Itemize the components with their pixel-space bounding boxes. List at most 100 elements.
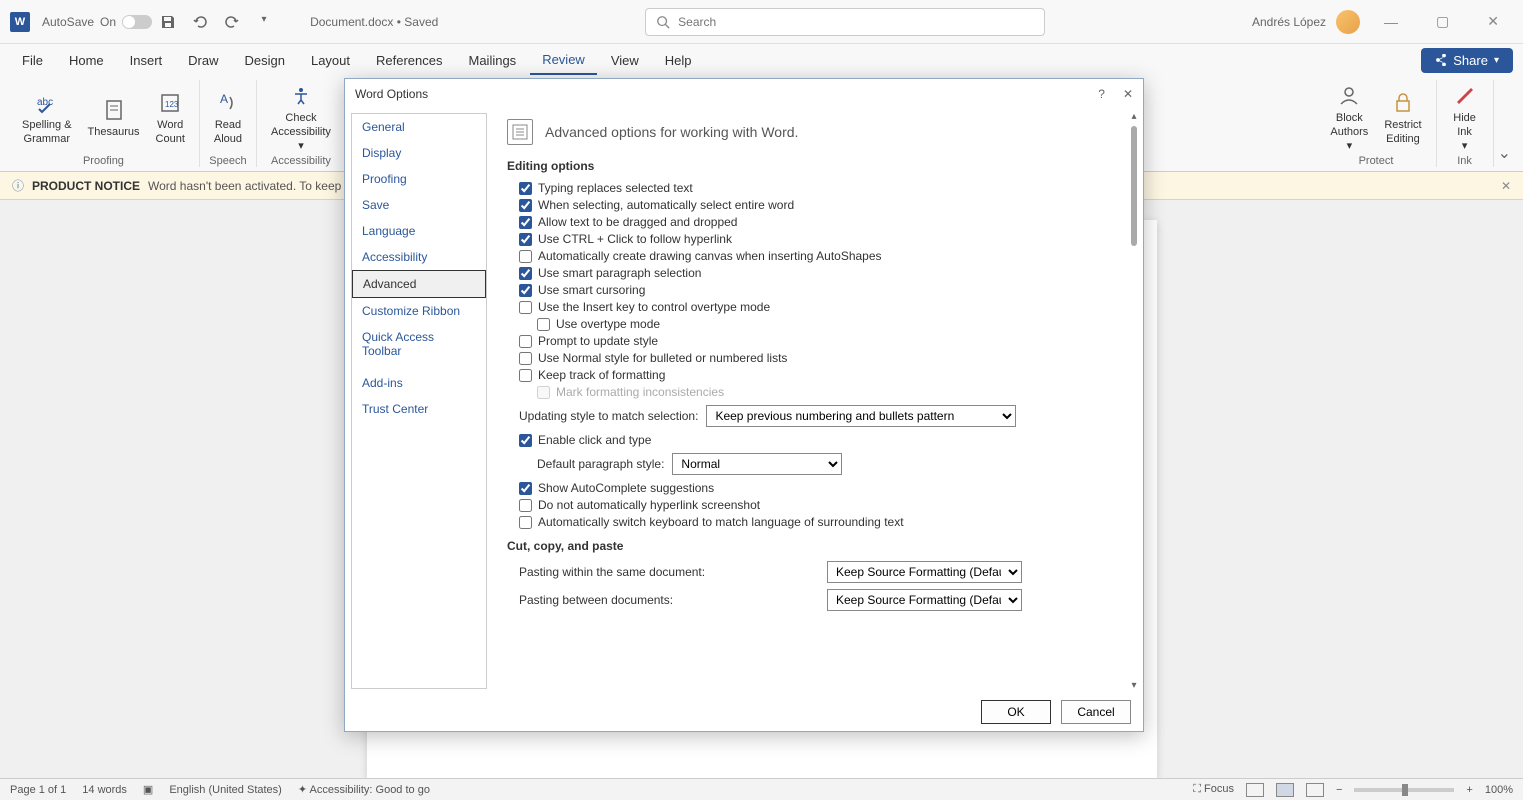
- tab-help[interactable]: Help: [653, 47, 704, 74]
- qat-dropdown-icon[interactable]: ▾: [256, 14, 272, 30]
- text-predictions-icon[interactable]: ▣: [143, 783, 153, 796]
- opt-normal-bulleted: Use Normal style for bulleted or numbere…: [519, 351, 1123, 365]
- tab-home[interactable]: Home: [57, 47, 116, 74]
- dialog-content: Advanced options for working with Word. …: [487, 109, 1143, 693]
- tab-layout[interactable]: Layout: [299, 47, 362, 74]
- cancel-button[interactable]: Cancel: [1061, 700, 1131, 724]
- autosave-toggle[interactable]: AutoSave On: [42, 15, 152, 29]
- check-accessibility-button[interactable]: CheckAccessibility ▾: [265, 80, 337, 155]
- block-authors-button[interactable]: BlockAuthors ▾: [1324, 80, 1374, 155]
- opt-no-auto-hyperlink-screenshot: Do not automatically hyperlink screensho…: [519, 498, 1123, 512]
- tab-mailings[interactable]: Mailings: [457, 47, 529, 74]
- block-authors-icon: [1335, 82, 1363, 110]
- sidebar-item-language[interactable]: Language: [352, 218, 486, 244]
- search-box[interactable]: [645, 8, 1045, 36]
- tab-file[interactable]: File: [10, 47, 55, 74]
- sidebar-item-advanced[interactable]: Advanced: [352, 270, 486, 298]
- tab-design[interactable]: Design: [233, 47, 297, 74]
- dialog-header-text: Advanced options for working with Word.: [545, 124, 798, 140]
- read-aloud-icon: A: [214, 89, 242, 117]
- paste-within-select[interactable]: Keep Source Formatting (Default): [827, 561, 1022, 583]
- section-cut-copy-paste: Cut, copy, and paste: [507, 539, 1123, 553]
- opt-drawing-canvas: Automatically create drawing canvas when…: [519, 249, 1123, 263]
- restrict-editing-icon: [1389, 89, 1417, 117]
- user-area[interactable]: Andrés López — ▢ ✕: [1252, 9, 1513, 34]
- help-icon[interactable]: ?: [1098, 87, 1105, 101]
- view-read-icon[interactable]: [1246, 783, 1264, 797]
- zoom-slider[interactable]: [1354, 788, 1454, 792]
- maximize-icon[interactable]: ▢: [1422, 9, 1463, 34]
- sidebar-item-addins[interactable]: Add-ins: [352, 370, 486, 396]
- thesaurus-icon: [100, 96, 128, 124]
- view-web-icon[interactable]: [1306, 783, 1324, 797]
- opt-prompt-update-style: Prompt to update style: [519, 334, 1123, 348]
- scroll-down-icon[interactable]: ▾: [1129, 678, 1138, 693]
- row-default-paragraph: Default paragraph style: Normal: [537, 453, 1123, 475]
- svg-text:abc: abc: [37, 97, 53, 108]
- tab-references[interactable]: References: [364, 47, 454, 74]
- sidebar-item-trust-center[interactable]: Trust Center: [352, 396, 486, 422]
- word-count-button[interactable]: 123WordCount: [150, 80, 191, 155]
- minimize-icon[interactable]: —: [1370, 10, 1412, 34]
- updating-style-label: Updating style to match selection:: [519, 409, 698, 423]
- read-aloud-button[interactable]: AReadAloud: [208, 80, 248, 155]
- paste-between-select[interactable]: Keep Source Formatting (Default): [827, 589, 1022, 611]
- sidebar-item-general[interactable]: General: [352, 114, 486, 140]
- zoom-in-icon[interactable]: +: [1466, 784, 1472, 796]
- spelling-grammar-button[interactable]: abcSpelling &Grammar: [16, 80, 78, 155]
- tab-view[interactable]: View: [599, 47, 651, 74]
- search-input[interactable]: [678, 15, 1034, 29]
- autosave-state: On: [100, 15, 116, 29]
- share-button[interactable]: Share ▾: [1421, 48, 1513, 73]
- share-icon: [1435, 54, 1447, 66]
- updating-style-select[interactable]: Keep previous numbering and bullets patt…: [706, 405, 1016, 427]
- redo-icon[interactable]: [224, 14, 240, 30]
- sidebar-item-quick-access[interactable]: Quick Access Toolbar: [352, 324, 486, 364]
- view-print-icon[interactable]: [1276, 783, 1294, 797]
- dialog-sidebar: General Display Proofing Save Language A…: [351, 113, 487, 689]
- focus-mode[interactable]: ⛶ Focus: [1193, 783, 1234, 796]
- restrict-editing-button[interactable]: RestrictEditing: [1378, 80, 1427, 155]
- zoom-out-icon[interactable]: −: [1336, 784, 1342, 796]
- hide-ink-button[interactable]: HideInk ▾: [1445, 80, 1485, 155]
- status-page[interactable]: Page 1 of 1: [10, 784, 66, 796]
- zoom-level[interactable]: 100%: [1485, 784, 1513, 796]
- sidebar-item-save[interactable]: Save: [352, 192, 486, 218]
- tab-draw[interactable]: Draw: [176, 47, 230, 74]
- dialog-scrollbar[interactable]: ▴ ▾: [1127, 109, 1141, 693]
- close-icon[interactable]: ✕: [1473, 9, 1513, 34]
- ribbon-collapse-icon[interactable]: ⌄: [1494, 139, 1515, 167]
- ok-button[interactable]: OK: [981, 700, 1051, 724]
- group-label-proofing: Proofing: [83, 155, 124, 167]
- notice-title: PRODUCT NOTICE: [32, 179, 140, 193]
- toggle-switch-icon[interactable]: [122, 15, 152, 29]
- thesaurus-button[interactable]: Thesaurus: [82, 80, 146, 155]
- save-icon[interactable]: [160, 14, 176, 30]
- word-count-icon: 123: [156, 89, 184, 117]
- close-notice-icon[interactable]: ✕: [1501, 179, 1511, 193]
- status-word-count[interactable]: 14 words: [82, 784, 127, 796]
- share-label: Share: [1453, 53, 1488, 68]
- sidebar-item-display[interactable]: Display: [352, 140, 486, 166]
- opt-auto-keyboard: Automatically switch keyboard to match l…: [519, 515, 1123, 529]
- undo-icon[interactable]: [192, 14, 208, 30]
- dialog-close-icon[interactable]: ✕: [1123, 87, 1133, 101]
- chevron-down-icon: ▾: [1494, 55, 1499, 66]
- ribbon-group-speech: AReadAloud Speech: [200, 80, 257, 167]
- tab-review[interactable]: Review: [530, 46, 597, 75]
- status-accessibility[interactable]: ✦ Accessibility: Good to go: [298, 783, 430, 796]
- sidebar-item-accessibility[interactable]: Accessibility: [352, 244, 486, 270]
- scroll-up-icon[interactable]: ▴: [1129, 109, 1138, 124]
- row-updating-style: Updating style to match selection: Keep …: [519, 405, 1123, 427]
- sidebar-item-proofing[interactable]: Proofing: [352, 166, 486, 192]
- ribbon-group-protect: BlockAuthors ▾ RestrictEditing Protect: [1316, 80, 1436, 167]
- user-name: Andrés López: [1252, 15, 1326, 29]
- tab-insert[interactable]: Insert: [118, 47, 175, 74]
- status-language[interactable]: English (United States): [169, 784, 282, 796]
- sidebar-item-customize-ribbon[interactable]: Customize Ribbon: [352, 298, 486, 324]
- search-icon: [656, 15, 670, 29]
- opt-drag-drop: Allow text to be dragged and dropped: [519, 215, 1123, 229]
- scroll-thumb[interactable]: [1131, 126, 1137, 246]
- default-paragraph-select[interactable]: Normal: [672, 453, 842, 475]
- avatar[interactable]: [1336, 10, 1360, 34]
